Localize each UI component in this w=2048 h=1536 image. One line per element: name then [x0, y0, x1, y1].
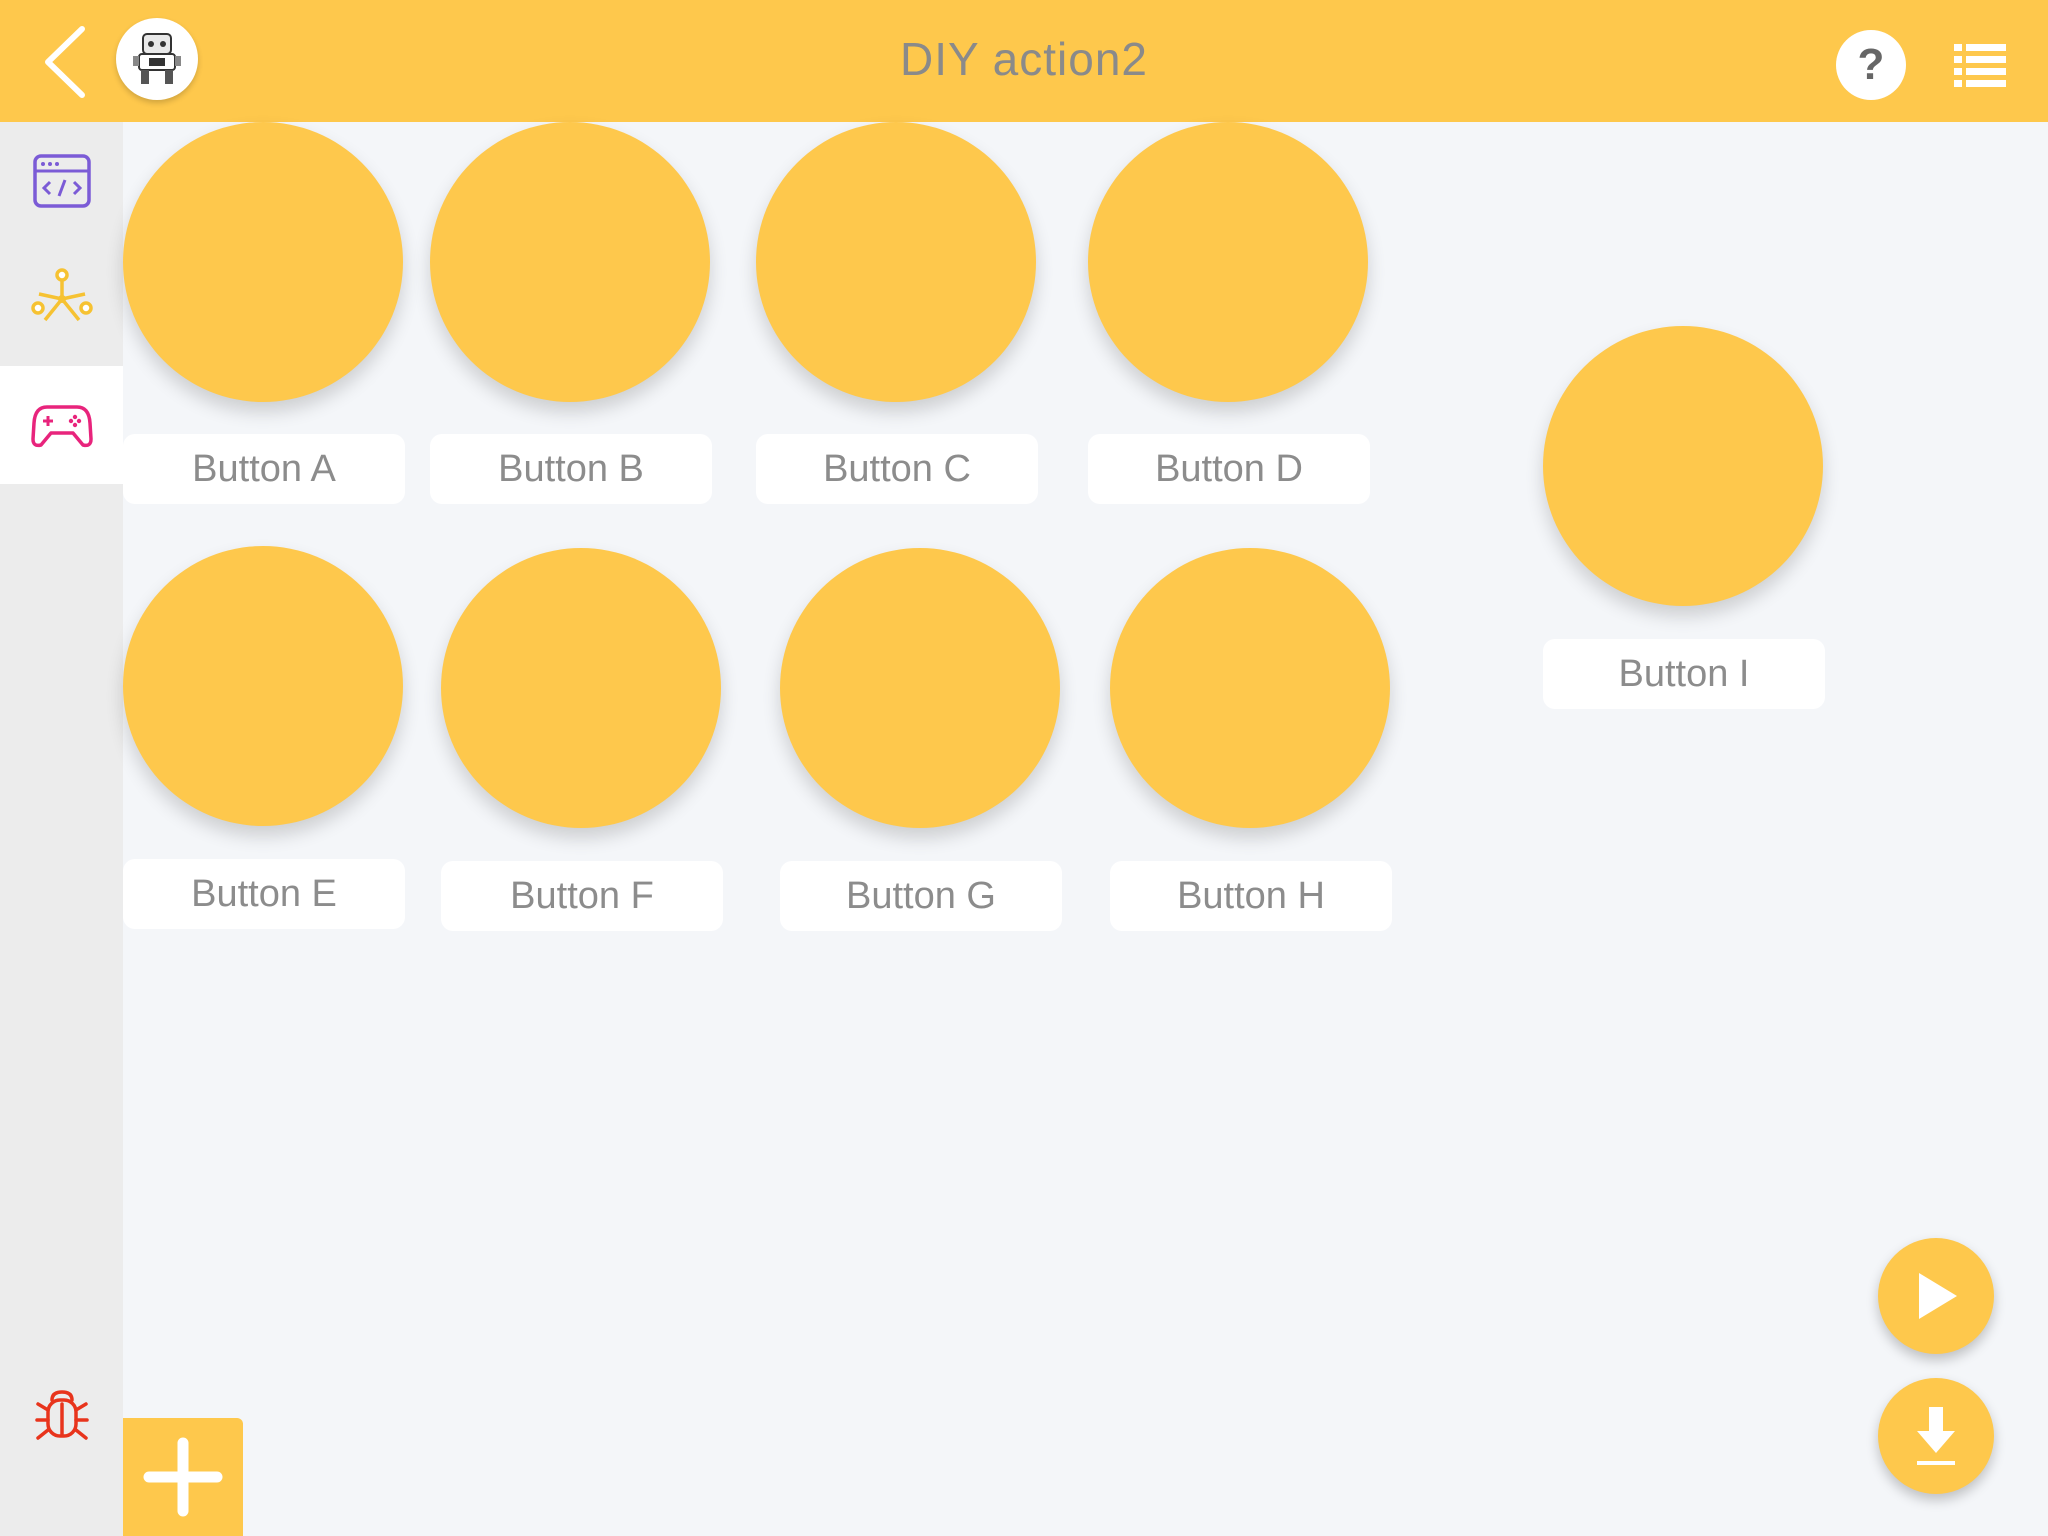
control-label-d[interactable]: Button D — [1088, 434, 1370, 504]
run-button[interactable] — [1878, 1238, 1994, 1354]
control-label-a[interactable]: Button A — [123, 434, 405, 504]
plus-icon — [143, 1437, 223, 1517]
list-menu-button[interactable] — [1950, 40, 2010, 92]
control-button-e[interactable] — [123, 546, 403, 826]
help-button[interactable]: ? — [1836, 30, 1906, 100]
sidebar-item-code[interactable] — [0, 122, 123, 240]
control-button-f[interactable] — [441, 548, 721, 828]
control-label-e[interactable]: Button E — [123, 859, 405, 929]
play-icon — [1919, 1273, 1957, 1319]
back-arrow-icon — [45, 26, 85, 98]
control-button-c[interactable] — [756, 122, 1036, 402]
control-label-g[interactable]: Button G — [780, 861, 1062, 931]
top-bar: DIY action2 ? — [0, 0, 2048, 122]
download-icon — [1917, 1407, 1955, 1465]
page-title: DIY action2 — [900, 33, 1148, 85]
robot-icon — [133, 33, 181, 84]
control-label-h[interactable]: Button H — [1110, 861, 1392, 931]
back-button[interactable] — [30, 22, 100, 102]
download-button[interactable] — [1878, 1378, 1994, 1494]
control-button-a[interactable] — [123, 122, 403, 402]
control-label-f[interactable]: Button F — [441, 861, 723, 931]
control-label-i[interactable]: Button I — [1543, 639, 1825, 709]
gamepad-icon — [30, 405, 93, 448]
control-button-i[interactable] — [1543, 326, 1823, 606]
robot-avatar[interactable] — [116, 18, 198, 100]
hub-nodes-icon — [30, 268, 93, 322]
sidebar-item-controller[interactable] — [0, 366, 123, 484]
help-icon: ? — [1857, 40, 1885, 89]
control-button-d[interactable] — [1088, 122, 1368, 402]
code-window-icon — [32, 154, 91, 208]
control-button-h[interactable] — [1110, 548, 1390, 828]
add-control-button[interactable] — [123, 1418, 243, 1536]
bug-icon — [34, 1390, 89, 1440]
control-label-b[interactable]: Button B — [430, 434, 712, 504]
sidebar-item-connection[interactable] — [0, 240, 123, 358]
left-sidebar — [0, 122, 123, 1536]
controller-workspace: Button A Button B Button C Button D Butt… — [123, 122, 2048, 1536]
list-menu-icon — [1954, 44, 2006, 87]
sidebar-item-debug[interactable] — [0, 1356, 123, 1474]
control-button-g[interactable] — [780, 548, 1060, 828]
control-label-c[interactable]: Button C — [756, 434, 1038, 504]
control-button-b[interactable] — [430, 122, 710, 402]
